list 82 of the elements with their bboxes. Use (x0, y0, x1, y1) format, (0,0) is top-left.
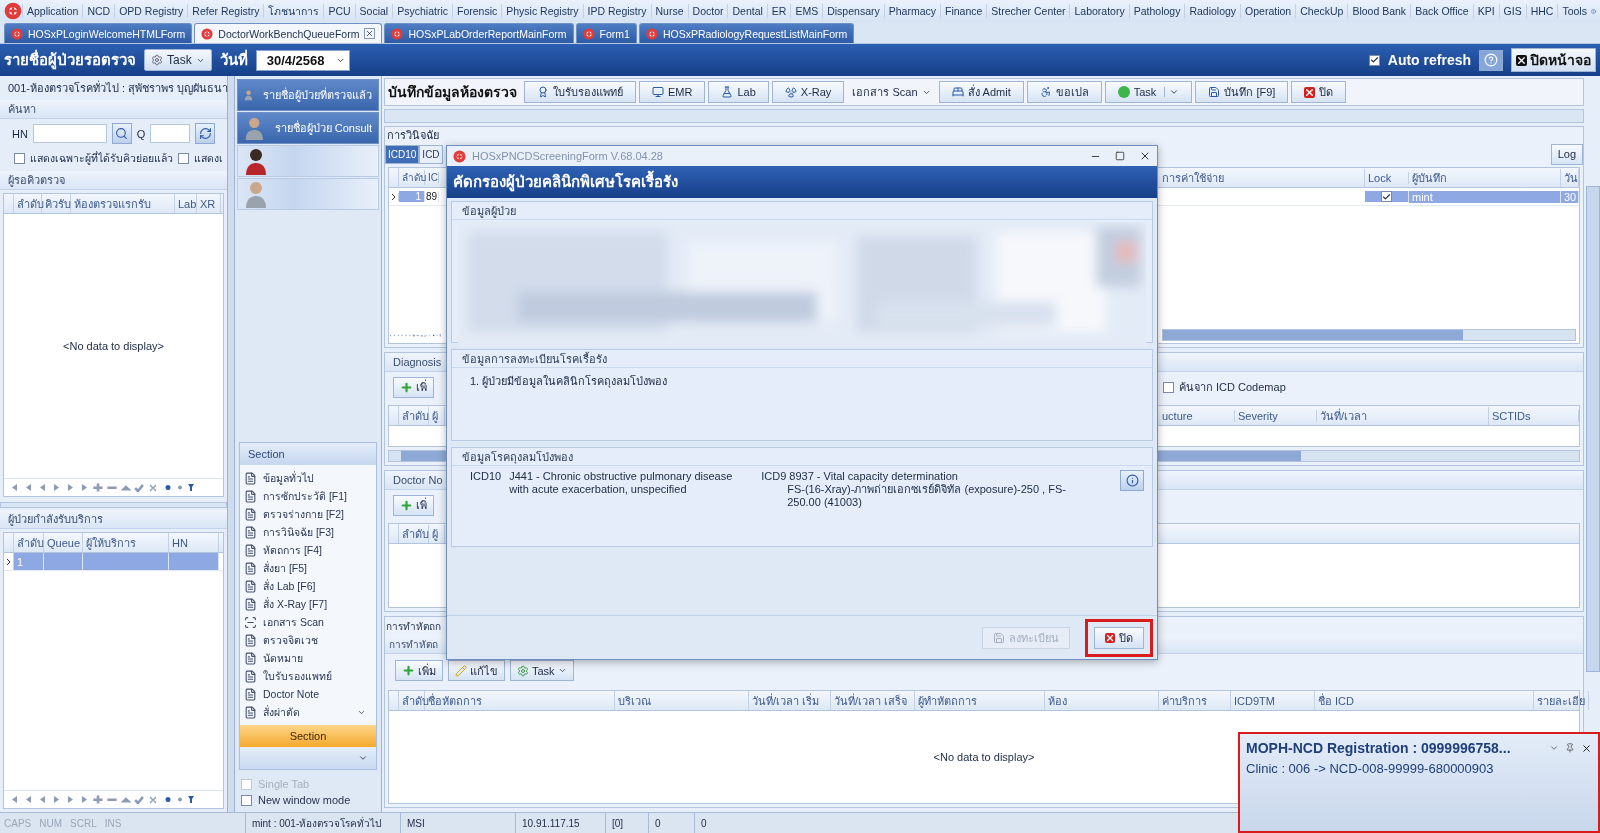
column-header: ลำดับ (399, 170, 425, 185)
form-title: บันทึกข้อมูลห้องตรวจ (388, 83, 518, 103)
column-header: ผู้บันทึก (1409, 168, 1561, 187)
column-header: Lock (1365, 171, 1409, 184)
column-header: ค่าบริการ (1159, 691, 1231, 710)
group-title: ผู้รอคิวตรวจ (8, 173, 65, 189)
group-title: ข้อมูลผู้ป่วย (462, 203, 516, 220)
column-header: การค่าใช้จ่าย (1159, 168, 1365, 187)
column-header: Lab (175, 194, 197, 213)
checkbox-label: แสดงเ (194, 151, 223, 166)
column-header: SCTIDs (1489, 409, 1579, 422)
window-title: HOSxPNCDScreeningForm V.68.04.28 (472, 150, 663, 162)
table-cell: mint (1409, 190, 1561, 203)
table-cell: 1 (14, 553, 44, 571)
checkbox-label: Single Tab (258, 778, 310, 790)
table-cell: 30 (1561, 190, 1579, 203)
table-cell: 1 (399, 191, 425, 202)
section-title: Section (248, 448, 285, 460)
status-field: [0] (605, 813, 648, 833)
status-field: 0 (694, 813, 754, 833)
procedure-text: ICD9 8937 - Vital capacity determination (761, 470, 959, 483)
group-title: ข้อมูลการลงทะเบียนโรคเรื้อรัง (462, 351, 607, 368)
status-field: 10.91.117.15 (515, 813, 605, 833)
column-header: Queue (44, 533, 83, 553)
checkbox-label: Auto refresh (1387, 52, 1471, 68)
group-title: ข้อมูลโรคถุงลมโป่งพอง (462, 449, 573, 466)
column-header: HN (169, 533, 219, 553)
column-header: XR (197, 194, 221, 213)
status-field: mint : 001-ห้องตรวจโรคทั่วไป (245, 813, 400, 833)
key-indicator: CAPS (3, 817, 33, 829)
status-field: MSI (400, 813, 515, 833)
registration-item: 1. ผู้ป่วยมีข้อมูลในคลินิกโรคถุงลมโป่งพอง (470, 375, 668, 387)
fee-text: FS-(16-Xray)-ภาพถ่ายเอกซเรย์ดิจิทัล (exposure)-250 , FS-250.00 (41003) (787, 483, 1067, 509)
column-header: ห้องตรวจแรกรับ (71, 194, 175, 213)
table-cell: 89 (425, 191, 439, 202)
page-title: รายชื่อผู้ป่วยรอตรวจ (4, 48, 136, 72)
column-header: ผู้ทำหัตถการ (915, 691, 1045, 710)
empty-message: <No data to display> (63, 340, 164, 353)
key-indicator: SCRL (69, 817, 98, 829)
field-label: Q (136, 127, 146, 140)
column-header: ลำดับ (14, 194, 42, 213)
column-header: ICD9TM (1231, 691, 1315, 710)
room-label: 001-ห้องตรวจโรคทั่วไป : สุพัชราพร บุญผันธนา (8, 79, 229, 97)
column-header: วันที่/เวลา เริ่ม (749, 691, 831, 710)
dialog-heading: คัดกรองผู้ป่วยคลินิกพิเศษโรคเรื้อรัง (453, 170, 678, 194)
group-title: ผู้ป่วยกำลังรับบริการ (8, 512, 103, 528)
column-header: ลำดับ (14, 533, 44, 553)
key-indicator: NUM (38, 817, 63, 829)
column-header: ผู้ (429, 524, 445, 543)
group-title: Diagnosis (393, 356, 442, 368)
code-label: ICD10 (470, 470, 502, 482)
column-header: ผู้ให้บริการ (83, 533, 169, 553)
date-label: วันที่ (219, 48, 248, 70)
field-label: HN (12, 127, 28, 140)
column-header: ผู้ (429, 406, 445, 425)
column-header: วันที่/เวลา (1317, 406, 1489, 425)
section-label: การวินิจฉัย (386, 128, 439, 143)
column-header: ลำดับ (399, 524, 429, 543)
checkbox-label: New window mode (258, 794, 351, 806)
column-header: IC (425, 172, 439, 183)
group-title: การทำหัตถ (389, 637, 438, 652)
column-header: บริเวณ (615, 691, 749, 710)
column-header: รายละเอีย (1534, 691, 1589, 710)
column-header: ucture (1159, 409, 1235, 422)
column-header: คิวรับ (42, 194, 71, 213)
column-header: วันที่/เวลา เสร็จ (831, 691, 915, 710)
column-header: ชื่อ ICD (1315, 691, 1534, 710)
group-title: ค้นหา (8, 102, 36, 117)
column-header: Severity (1235, 409, 1317, 422)
notification-text: Clinic : 006 -> NCD-008-99999-680000903 (1246, 761, 1495, 776)
column-header: ลำดับ (399, 406, 429, 425)
checkbox-label: ค้นจาก ICD Codemap (1179, 380, 1286, 395)
checkbox-label: แสดงเฉพาะผู้ที่ได้รับคิวย่อยแล้ว (30, 150, 173, 167)
group-title: Doctor No (393, 474, 443, 486)
column-header: วัน (1561, 168, 1579, 187)
column-header: ห้อง (1045, 691, 1159, 710)
notification-title: MOPH-NCD Registration : 0999996758... (1246, 740, 1511, 756)
empty-message: <No data to display> (933, 751, 1035, 763)
section-label: การทำหัตถก (385, 619, 441, 634)
diagnosis-text: J441 - Chronic obstructive pulmonary disease with acute exacerbation, unspecified (509, 470, 734, 496)
key-indicator: INS (103, 817, 123, 829)
status-field: 0 (648, 813, 694, 833)
